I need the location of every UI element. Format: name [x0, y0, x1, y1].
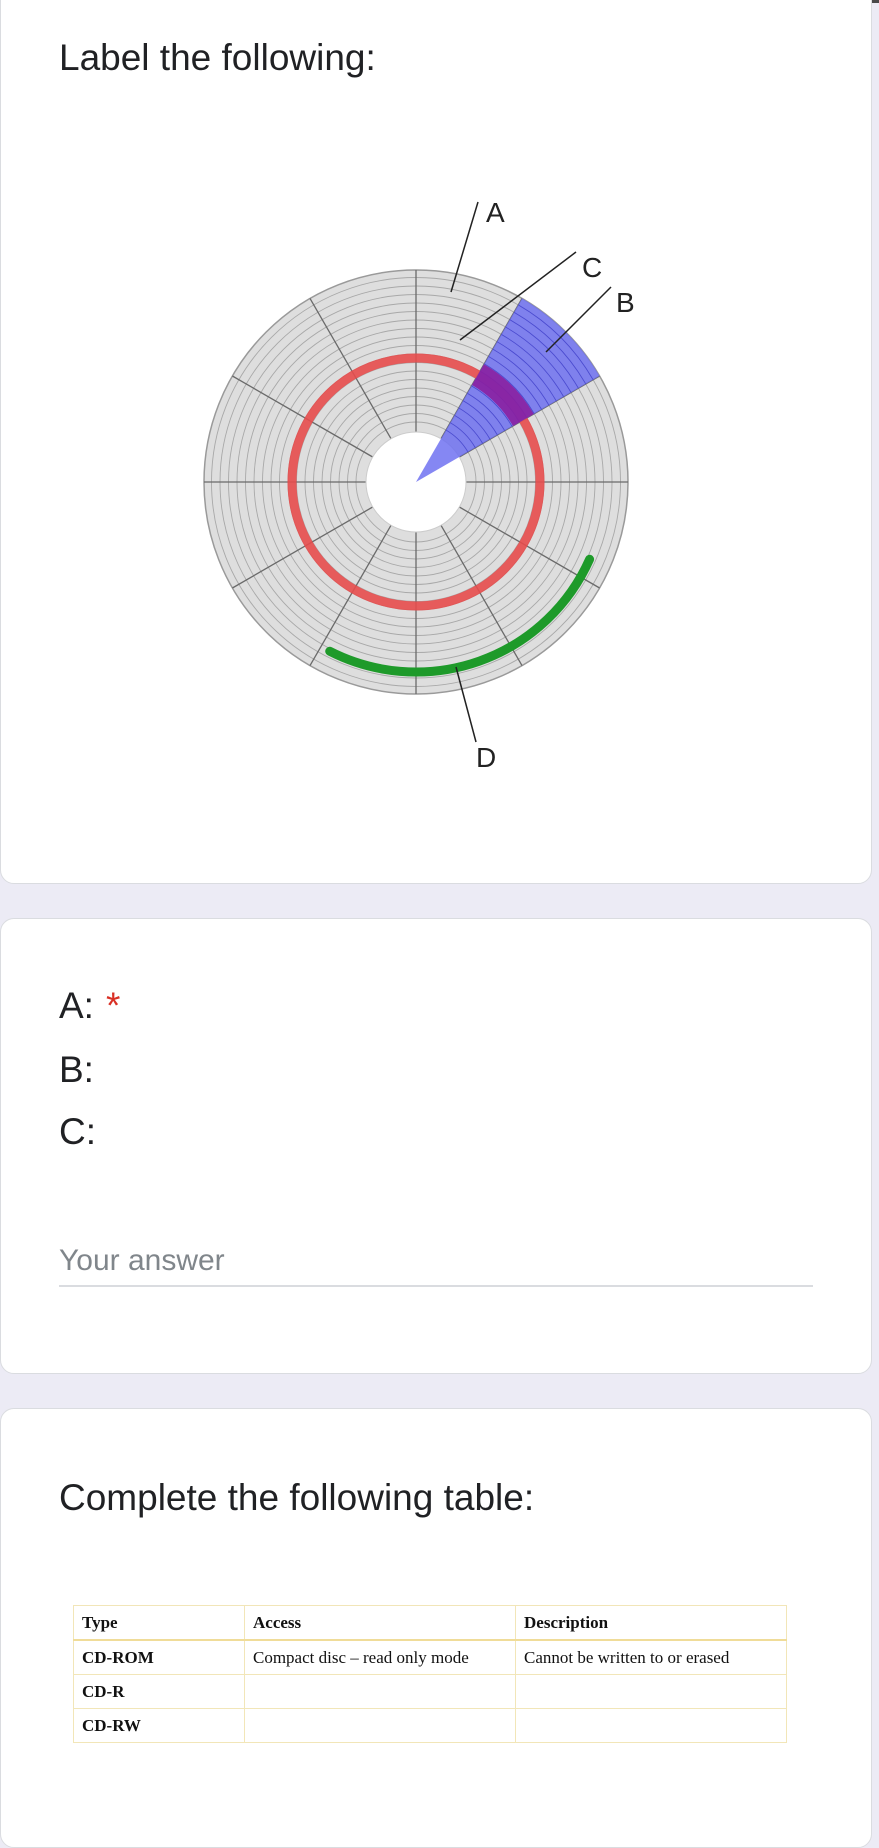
leader-line-b [545, 286, 612, 353]
diagram-label-a: A [486, 197, 505, 228]
table-header-description: Description [515, 1605, 787, 1641]
question-card-diagram: Label the following: A C B D [0, 0, 872, 884]
diagram-label-c: C [582, 252, 602, 283]
question-title: Complete the following table: [59, 1477, 535, 1518]
table-header-access: Access [244, 1605, 516, 1641]
question-label-c: C: [59, 1111, 96, 1152]
table-cell: CD-ROM [73, 1639, 245, 1675]
table-cell [244, 1674, 516, 1709]
table-cell: CD-RW [73, 1708, 245, 1743]
required-asterisk: * [105, 985, 121, 1026]
table-row: CD-ROM Compact disc – read only mode Can… [73, 1639, 787, 1675]
disk-diagram: A C B D [203, 197, 635, 773]
cd-types-table: Type Access Description CD-ROM Compact d… [73, 1605, 787, 1743]
diagram-label-b: B [616, 287, 635, 318]
table-row: CD-RW [73, 1708, 787, 1743]
question-label-b: B: [59, 1049, 94, 1090]
question-title: Label the following: [59, 37, 376, 78]
table-cell: CD-R [73, 1674, 245, 1709]
table-cell [515, 1674, 787, 1709]
question-card-answer: A: * B: C: [0, 918, 872, 1374]
table-cell: Compact disc – read only mode [244, 1639, 516, 1675]
question-label-a: A: [59, 985, 94, 1026]
table-cell: Cannot be written to or erased [515, 1639, 787, 1675]
table-row: CD-R [73, 1674, 787, 1709]
table-cell [244, 1708, 516, 1743]
table-header-row: Type Access Description [73, 1605, 787, 1641]
answer-input[interactable] [59, 1237, 813, 1287]
question-card-table: Complete the following table: Type Acces… [0, 1408, 872, 1848]
table-cell [515, 1708, 787, 1743]
diagram-label-d: D [476, 742, 496, 773]
table-header-type: Type [73, 1605, 245, 1641]
question-line-a: A: * [59, 985, 120, 1027]
